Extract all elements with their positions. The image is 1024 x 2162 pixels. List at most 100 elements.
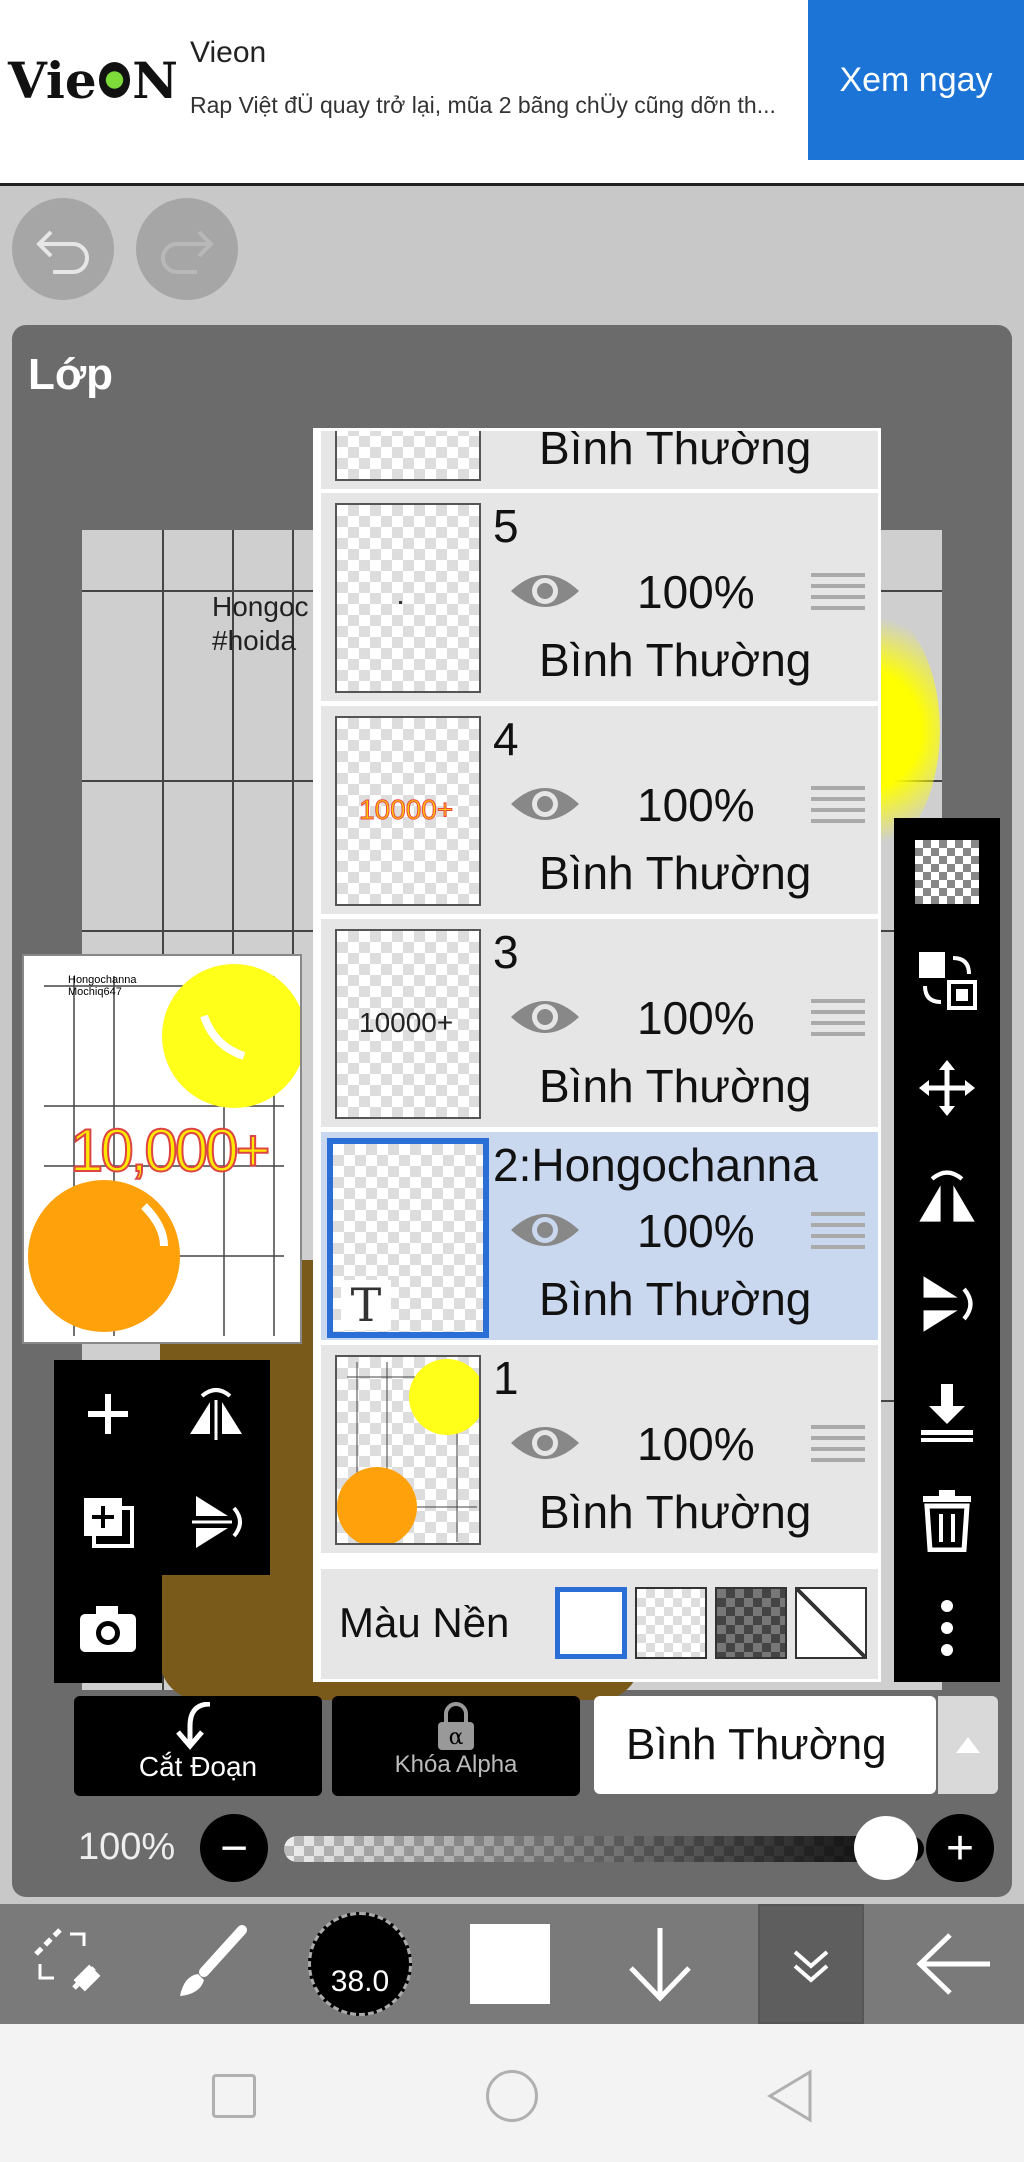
brush-tool-button[interactable] — [140, 1904, 280, 2024]
layer-row-3[interactable]: 10000+ 3 100% Bình Thường — [321, 919, 878, 1129]
blend-mode-select[interactable]: Bình Thường — [594, 1696, 936, 1794]
redo-button[interactable] — [136, 198, 238, 300]
camera-button[interactable] — [54, 1575, 162, 1683]
bg-white-swatch[interactable] — [555, 1587, 627, 1659]
bg-transparent-dark-swatch[interactable] — [715, 1587, 787, 1659]
arrow-down-icon — [629, 1928, 691, 2002]
eye-icon[interactable] — [507, 1415, 583, 1471]
vieon-logo: Vie N — [8, 50, 178, 110]
plus-icon — [88, 1394, 128, 1434]
move-icon — [919, 1060, 975, 1116]
ad-description: Rap Việt đÜ quay trở lại, mũa 2 bãng chÜ… — [190, 92, 776, 118]
layer-thumbnail: 10000+ — [335, 929, 481, 1119]
drag-handle-icon[interactable] — [811, 786, 865, 826]
drag-handle-icon[interactable] — [811, 999, 865, 1039]
opacity-decrease-button[interactable]: − — [200, 1814, 268, 1882]
color-swatch — [470, 1924, 550, 2004]
transparency-button[interactable] — [894, 818, 1000, 926]
back-nav-icon[interactable] — [766, 2068, 814, 2124]
eye-icon[interactable] — [507, 776, 583, 832]
layer-row-5[interactable]: 5 100% Bình Thường — [321, 493, 878, 703]
flip-horizontal-icon — [190, 1388, 242, 1440]
checker-icon — [915, 840, 979, 904]
layer-blend-mode: Bình Thường — [539, 1060, 812, 1112]
layers-button[interactable] — [758, 1904, 864, 2024]
opacity-slider[interactable] — [284, 1836, 924, 1862]
svg-text:α: α — [449, 1725, 464, 1750]
back-button[interactable] — [884, 1904, 1024, 2024]
layer-name: 1 — [493, 1352, 519, 1404]
layer-row-4[interactable]: 10000+ 4 100% Bình Thường — [321, 706, 878, 916]
arrow-left-icon — [916, 1933, 990, 1995]
delete-layer-button[interactable] — [894, 1466, 1000, 1574]
layer-thumbnail — [335, 1355, 481, 1545]
eye-icon[interactable] — [507, 989, 583, 1045]
panel-title: Lớp — [28, 350, 114, 399]
layer-opacity: 100% — [637, 779, 755, 831]
system-navigation-bar — [0, 2024, 1024, 2162]
flip-horizontal-right-button[interactable] — [894, 1142, 1000, 1250]
brush-size-value: 38.0 — [330, 1965, 390, 1998]
opacity-increase-button[interactable]: + — [926, 1814, 994, 1882]
drag-handle-icon[interactable] — [811, 573, 865, 613]
camera-icon — [80, 1606, 136, 1652]
canvas-text: Hongoc #hoida — [212, 591, 309, 656]
ad-banner[interactable]: Vie N Vieon Rap Việt đÜ quay trở lại, mũa… — [0, 0, 1024, 186]
layer-row-1[interactable]: 1 100% Bình Thường — [321, 1345, 878, 1555]
flip-vertical-icon — [923, 1276, 973, 1332]
ad-cta-button[interactable]: Xem ngay — [808, 0, 1024, 160]
duplicate-layer-button[interactable] — [54, 1468, 162, 1576]
more-vertical-icon — [941, 1600, 953, 1656]
opacity-slider-knob[interactable] — [854, 1816, 918, 1880]
layer-thumbnail — [335, 503, 481, 693]
brush-icon — [180, 1925, 247, 1996]
recent-apps-icon[interactable] — [212, 2074, 256, 2118]
undo-button[interactable] — [12, 198, 114, 300]
select-transform-button[interactable] — [0, 1904, 140, 2024]
swap-icon — [919, 952, 977, 1010]
right-toolbar — [894, 818, 1000, 1682]
layer-name: 3 — [493, 926, 519, 978]
merge-down-icon — [921, 1384, 973, 1442]
layer-opacity: 100% — [637, 566, 755, 618]
blend-mode-dropdown-button[interactable] — [938, 1696, 998, 1794]
layer-name: 5 — [493, 500, 519, 552]
layer-row-2-selected[interactable]: T 2:Hongochanna 100% Bình Thường — [321, 1132, 878, 1342]
opacity-label: 100% — [78, 1826, 176, 1868]
thumbnail-caption-2: Mochiq647 — [68, 986, 122, 998]
copy-layer-icon — [84, 1498, 134, 1548]
eye-icon[interactable] — [507, 1202, 583, 1258]
layer-row-top-partial[interactable]: Bình Thường — [321, 431, 878, 491]
eye-icon[interactable] — [507, 563, 583, 619]
flip-horizontal-button[interactable] — [162, 1360, 270, 1468]
layer-opacity: 100% — [637, 992, 755, 1044]
more-options-button[interactable] — [894, 1574, 1000, 1682]
layer-thumbnail: 10000+ — [335, 716, 481, 906]
flip-vertical-right-button[interactable] — [894, 1250, 1000, 1358]
bg-transparent-light-swatch[interactable] — [635, 1587, 707, 1659]
bg-none-swatch[interactable] — [795, 1587, 867, 1659]
layer-list[interactable]: Bình Thường 5 100% Bình Thường 10000+ 4 … — [313, 428, 881, 1682]
drag-handle-icon[interactable] — [811, 1425, 865, 1465]
move-button[interactable] — [894, 1034, 1000, 1142]
alpha-lock-button[interactable]: α Khóa Alpha — [332, 1696, 580, 1796]
background-color-row: Màu Nền — [321, 1569, 878, 1679]
layer-name: 4 — [493, 713, 519, 765]
clip-arrow-icon — [176, 1701, 211, 1750]
brush-size-button[interactable]: 38.0 — [290, 1904, 430, 2024]
clipping-button[interactable]: Cắt Đoạn — [74, 1696, 322, 1796]
main-toolbar: 38.0 — [0, 1904, 1024, 2024]
clipping-label: Cắt Đoạn — [138, 1751, 258, 1782]
add-layer-button[interactable] — [54, 1360, 162, 1468]
undo-icon — [36, 230, 89, 274]
layer-blend-mode: Bình Thường — [539, 1486, 812, 1538]
home-icon[interactable] — [486, 2070, 538, 2122]
left-tool-group-2 — [54, 1575, 162, 1683]
swap-layer-button[interactable] — [894, 926, 1000, 1034]
color-button[interactable] — [440, 1904, 580, 2024]
flip-vertical-button[interactable] — [162, 1468, 270, 1576]
move-down-button[interactable] — [590, 1904, 730, 2024]
text-layer-icon: T — [341, 1280, 391, 1330]
drag-handle-icon[interactable] — [811, 1212, 865, 1252]
merge-down-button[interactable] — [894, 1358, 1000, 1466]
